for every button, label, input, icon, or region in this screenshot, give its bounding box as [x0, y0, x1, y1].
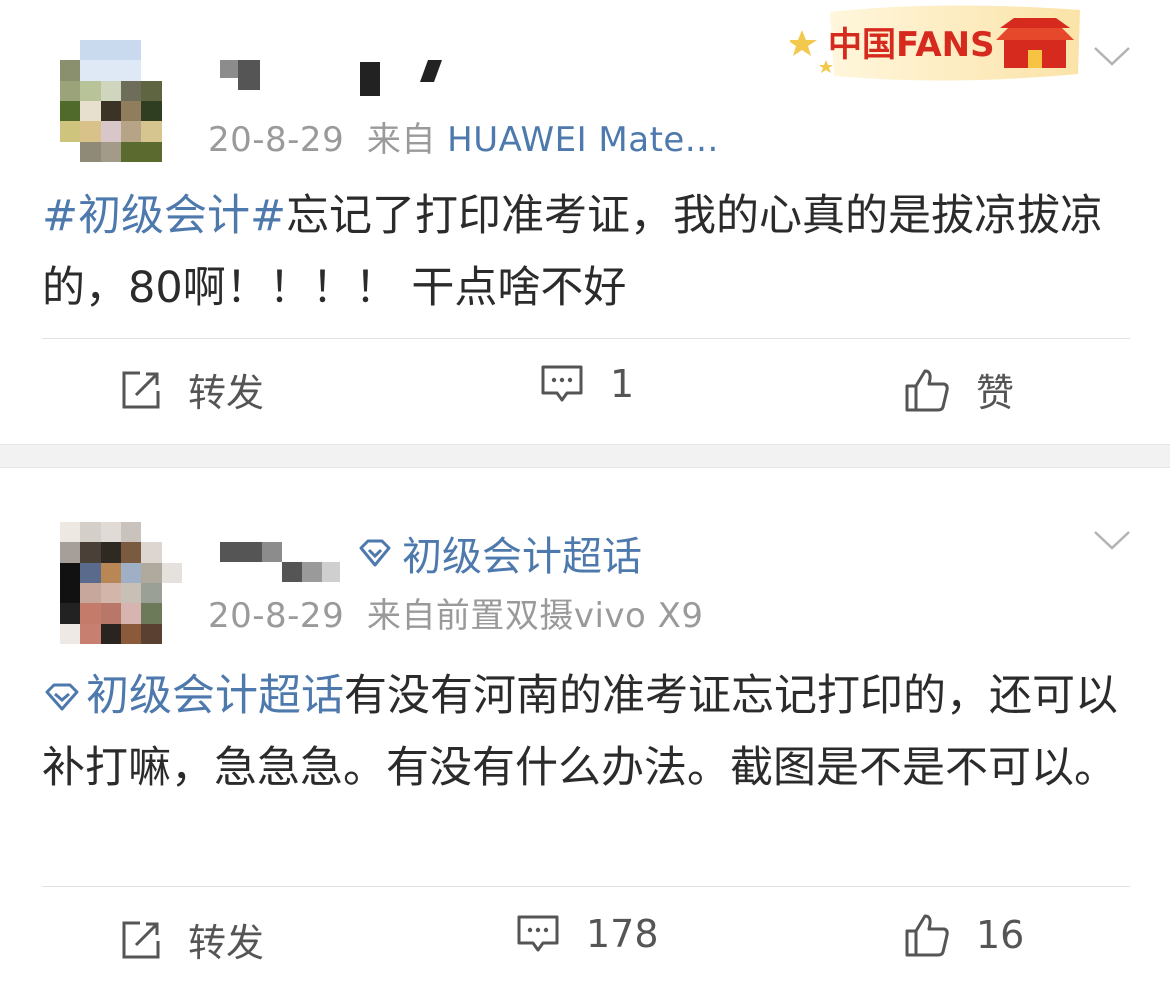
chevron-down-icon[interactable]: [1092, 528, 1132, 552]
comment-icon: [541, 365, 583, 402]
china-fans-badge[interactable]: 中国FANS: [790, 0, 1090, 86]
chevron-down-icon[interactable]: [1092, 44, 1132, 68]
feed-separator: [0, 444, 1170, 468]
thumbs-up-icon: [905, 369, 949, 411]
super-topic-link[interactable]: 初级会计超话: [358, 524, 642, 582]
post-body: 初级会计超话有没有河南的准考证忘记打印的，还可以补打嘛，急急急。有没有什么办法。…: [42, 660, 1132, 804]
comment-icon: [517, 915, 559, 952]
username-pixel: [360, 62, 380, 96]
post-body: #初级会计#忘记了打印准考证，我的心真的是拔凉拔凉的，80啊！！！！ 干点啥不好: [42, 180, 1132, 324]
thumbs-up-icon: [905, 914, 949, 957]
divider: [42, 886, 1130, 887]
repost-label: 转发: [188, 371, 265, 415]
username-pixel: [302, 562, 322, 582]
username-pixel: [238, 60, 260, 90]
avatar[interactable]: [60, 40, 182, 162]
post-date: 20-8-29: [208, 120, 345, 160]
super-topic-icon: [359, 539, 391, 567]
repost-button[interactable]: 转发: [120, 912, 264, 967]
repost-label: 转发: [188, 921, 265, 965]
comment-count: 1: [610, 362, 635, 406]
like-button[interactable]: 16: [904, 912, 1024, 958]
super-topic-label: 初级会计超话: [402, 534, 642, 580]
post-date: 20-8-29: [208, 596, 345, 636]
device-link[interactable]: HUAWEI Mate...: [447, 120, 719, 160]
share-icon: [122, 371, 160, 408]
username-pixel: [262, 542, 282, 562]
super-topic-inline-link[interactable]: 初级会计超话: [42, 671, 344, 721]
comment-button[interactable]: 178: [516, 912, 659, 956]
weibo-post: 20-8-29 来自 HUAWEI Mate... 中国FANS #初级会计#忘…: [0, 0, 1170, 444]
comment-count: 178: [586, 912, 659, 956]
hashtag-link[interactable]: #初级会计#: [42, 191, 286, 241]
username-pixel: [322, 562, 340, 582]
post-meta: 20-8-29 来自 HUAWEI Mate...: [208, 112, 719, 161]
divider: [42, 338, 1130, 339]
username[interactable]: [220, 542, 262, 562]
svg-text:中国FANS: 中国FANS: [828, 25, 995, 65]
super-topic-icon: [45, 683, 79, 711]
like-label: 赞: [976, 371, 1015, 415]
repost-button[interactable]: 转发: [120, 362, 264, 417]
weibo-post: 初级会计超话 20-8-29 来自前置双摄vivo X9 初级会计超话有没有河南…: [0, 468, 1170, 992]
like-button[interactable]: 赞: [904, 362, 1014, 417]
source-prefix: 来自: [366, 120, 436, 160]
comment-button[interactable]: 1: [540, 362, 634, 406]
super-topic-inline-label: 初级会计超话: [86, 671, 344, 721]
share-icon: [122, 921, 160, 958]
avatar[interactable]: [60, 522, 182, 644]
like-count: 16: [976, 913, 1025, 957]
username-pixel: [282, 562, 302, 582]
username-pixel: [419, 60, 443, 82]
post-meta: 20-8-29 来自前置双摄vivo X9: [208, 588, 704, 637]
post-source: 来自前置双摄vivo X9: [366, 596, 704, 636]
